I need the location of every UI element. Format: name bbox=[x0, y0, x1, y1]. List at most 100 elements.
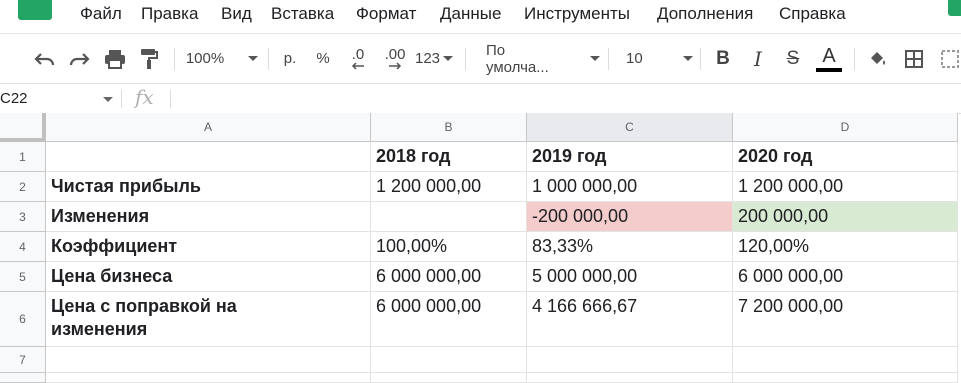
cell-a2[interactable]: Чистая прибыль bbox=[46, 172, 371, 202]
bold-button[interactable]: B bbox=[709, 34, 737, 83]
print-icon[interactable] bbox=[100, 34, 130, 83]
font-size-select[interactable]: 10 bbox=[615, 34, 695, 83]
formula-input[interactable] bbox=[178, 84, 958, 113]
cell-b5[interactable]: 6 000 000,00 bbox=[371, 262, 527, 292]
menu-addons[interactable]: Дополнения bbox=[657, 4, 753, 24]
cell-c4[interactable]: 83,33% bbox=[527, 232, 733, 262]
sheets-logo-icon[interactable] bbox=[18, 0, 52, 20]
cell-d2[interactable]: 1 200 000,00 bbox=[733, 172, 958, 202]
account-avatar[interactable] bbox=[948, 0, 961, 16]
row-header-6[interactable]: 6 bbox=[0, 292, 46, 347]
chevron-down-icon bbox=[590, 56, 600, 61]
number-format-label: 123 bbox=[414, 50, 441, 67]
select-all-corner[interactable] bbox=[0, 113, 46, 142]
cell-reference: C22 bbox=[0, 90, 28, 107]
cell-a3[interactable]: Изменения bbox=[46, 202, 371, 232]
currency-format-button[interactable]: р. bbox=[276, 34, 304, 83]
cell-d4[interactable]: 120,00% bbox=[733, 232, 958, 262]
italic-button[interactable]: I bbox=[744, 34, 772, 83]
cell-b1[interactable]: 2018 год bbox=[371, 142, 527, 172]
decrease-decimal-label: .0 bbox=[351, 45, 365, 63]
undo-icon[interactable] bbox=[30, 34, 60, 83]
borders-icon[interactable] bbox=[900, 34, 928, 83]
cell-d6[interactable]: 7 200 000,00 bbox=[733, 292, 958, 347]
cell-a8[interactable] bbox=[46, 373, 371, 383]
toolbar-divider bbox=[268, 48, 269, 70]
cell-c2[interactable]: 1 000 000,00 bbox=[527, 172, 733, 202]
cell-c6[interactable]: 4 166 666,67 bbox=[527, 292, 733, 347]
menu-help[interactable]: Справка bbox=[779, 4, 846, 24]
fx-icon: fx bbox=[135, 85, 154, 109]
chevron-down-icon bbox=[248, 56, 259, 61]
redo-icon[interactable] bbox=[64, 34, 94, 83]
row-header-4[interactable]: 4 bbox=[0, 232, 46, 262]
cell-b8[interactable] bbox=[371, 373, 527, 383]
cell-c3[interactable]: -200 000,00 bbox=[527, 202, 733, 232]
text-color-label: A bbox=[822, 44, 836, 67]
cell-a7[interactable] bbox=[46, 347, 371, 373]
cell-a1[interactable] bbox=[46, 142, 371, 172]
zoom-value: 100% bbox=[185, 50, 225, 67]
cell-b2[interactable]: 1 200 000,00 bbox=[371, 172, 527, 202]
column-header-d[interactable]: D bbox=[733, 113, 958, 142]
menu-tools[interactable]: Инструменты bbox=[524, 4, 630, 24]
cell-a4[interactable]: Коэффициент bbox=[46, 232, 371, 262]
menu-file[interactable]: Файл bbox=[80, 4, 122, 24]
menu-view[interactable]: Вид bbox=[221, 4, 252, 24]
toolbar-divider bbox=[465, 48, 466, 70]
chevron-down-icon bbox=[682, 56, 693, 61]
cell-b6[interactable]: 6 000 000,00 bbox=[371, 292, 527, 347]
cell-d1[interactable]: 2020 год bbox=[733, 142, 958, 172]
merge-cells-icon[interactable] bbox=[936, 34, 961, 83]
toolbar: 100% р. % .0 .00 123 По умолча... 10 B I… bbox=[0, 33, 961, 83]
column-header-c[interactable]: C bbox=[527, 113, 733, 142]
increase-decimal-label: .00 bbox=[384, 45, 406, 63]
formula-bar: C22 fx bbox=[0, 83, 961, 114]
cell-c8[interactable] bbox=[527, 373, 733, 383]
menu-format[interactable]: Формат bbox=[356, 4, 416, 24]
name-box[interactable]: C22 bbox=[0, 84, 116, 113]
cell-b4[interactable]: 100,00% bbox=[371, 232, 527, 262]
fill-color-icon[interactable] bbox=[864, 34, 892, 83]
chevron-down-icon bbox=[443, 56, 454, 61]
row-header-8[interactable] bbox=[0, 373, 46, 383]
paint-format-icon[interactable] bbox=[134, 34, 164, 83]
row-header-1[interactable]: 1 bbox=[0, 142, 46, 172]
row-header-7[interactable]: 7 bbox=[0, 347, 46, 373]
column-header-a[interactable]: A bbox=[46, 113, 371, 142]
cell-b3[interactable] bbox=[371, 202, 527, 232]
row-header-3[interactable]: 3 bbox=[0, 202, 46, 232]
menu-bar: Файл Правка Вид Вставка Формат Данные Ин… bbox=[0, 0, 961, 32]
cell-c5[interactable]: 5 000 000,00 bbox=[527, 262, 733, 292]
formula-divider bbox=[170, 90, 171, 108]
cell-d7[interactable] bbox=[733, 347, 958, 373]
font-family-select[interactable]: По умолча... bbox=[476, 34, 600, 83]
cell-d3[interactable]: 200 000,00 bbox=[733, 202, 958, 232]
row-header-2[interactable]: 2 bbox=[0, 172, 46, 202]
toolbar-divider bbox=[174, 48, 175, 70]
spreadsheet-grid: A B C D 1 2 3 4 5 6 7 2018 год 2019 год … bbox=[0, 113, 961, 383]
menu-edit[interactable]: Правка bbox=[141, 4, 198, 24]
cell-a5[interactable]: Цена бизнеса bbox=[46, 262, 371, 292]
column-header-b[interactable]: B bbox=[371, 113, 527, 142]
zoom-select[interactable]: 100% bbox=[182, 34, 262, 83]
strikethrough-button[interactable]: S bbox=[779, 34, 807, 83]
cell-d5[interactable]: 6 000 000,00 bbox=[733, 262, 958, 292]
number-format-select[interactable]: 123 bbox=[413, 34, 455, 83]
percent-format-button[interactable]: % bbox=[309, 34, 337, 83]
menu-data[interactable]: Данные bbox=[440, 4, 501, 24]
cell-b7[interactable] bbox=[371, 347, 527, 373]
cell-c1[interactable]: 2019 год bbox=[527, 142, 733, 172]
cell-d8[interactable] bbox=[733, 373, 958, 383]
row-header-5[interactable]: 5 bbox=[0, 262, 46, 292]
cell-a6[interactable]: Цена с поправкой на изменения bbox=[46, 292, 371, 347]
decrease-decimal-button[interactable]: .0 bbox=[343, 34, 373, 83]
cell-c7[interactable] bbox=[527, 347, 733, 373]
chevron-down-icon bbox=[103, 97, 113, 102]
toolbar-divider bbox=[700, 48, 701, 70]
menu-insert[interactable]: Вставка bbox=[271, 4, 334, 24]
formula-divider bbox=[121, 90, 122, 108]
increase-decimal-button[interactable]: .00 bbox=[378, 34, 412, 83]
text-color-swatch bbox=[816, 67, 842, 72]
text-color-button[interactable]: A bbox=[814, 34, 844, 83]
